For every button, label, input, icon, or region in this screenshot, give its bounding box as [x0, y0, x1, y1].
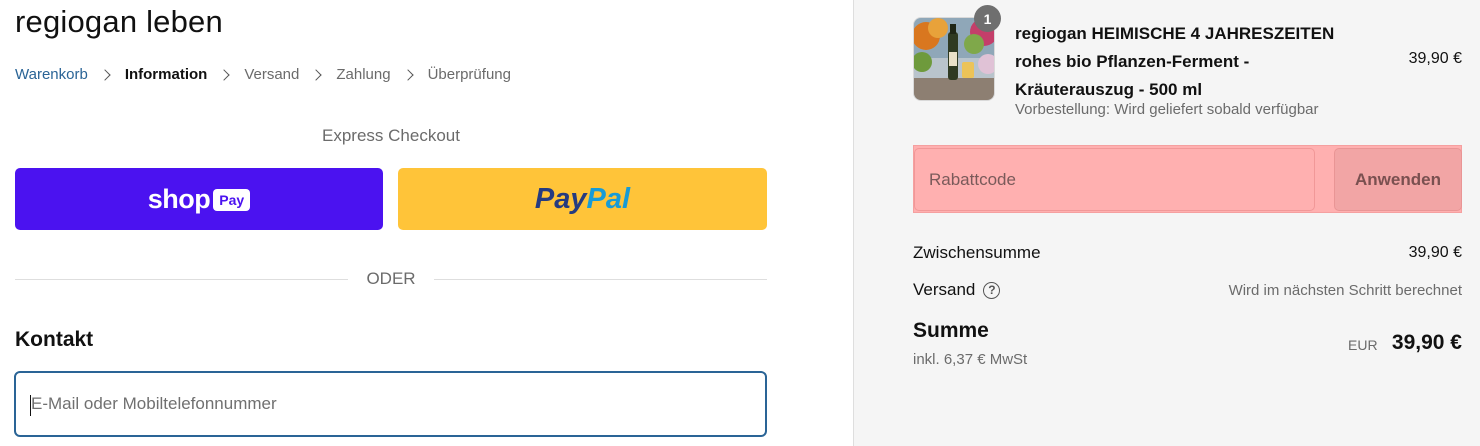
paypal-button[interactable]: Pay Pal [398, 168, 767, 230]
shop-pay-button[interactable]: shop Pay [15, 168, 383, 230]
contact-heading: Kontakt [15, 328, 94, 351]
express-checkout-label: Express Checkout [322, 126, 460, 145]
chevron-right-icon [310, 68, 323, 81]
tax-note: inkl. 6,37 € MwSt [913, 351, 1028, 368]
email-field[interactable] [14, 371, 767, 437]
shipping-label-group: Versand ? [913, 280, 1001, 300]
checkout-main: regiogan leben Warenkorb Information Ver… [0, 0, 853, 446]
shop-pay-logo-pill: Pay [213, 189, 251, 211]
paypal-logo-pal: Pal [586, 182, 631, 215]
shop-pay-logo-word: shop [147, 183, 211, 214]
total-currency: EUR [1348, 337, 1378, 353]
chevron-right-icon [99, 68, 111, 81]
breadcrumb: Warenkorb Information Versand Zahlung Üb… [15, 66, 511, 83]
product-name: regiogan HEIMISCHE 4 JAHRESZEITEN rohes … [1015, 24, 1335, 99]
breadcrumb-zahlung: Zahlung [336, 66, 391, 83]
divider-line [15, 278, 349, 280]
subtotal-value: 39,90 € [1408, 244, 1462, 261]
total-label: Summe [913, 319, 989, 342]
question-mark-icon[interactable]: ? [983, 281, 1001, 299]
breadcrumb-versand: Versand [244, 66, 300, 83]
subtotal-row: Zwischensumme 39,90 € [913, 243, 1462, 263]
divider-line [433, 278, 767, 280]
breadcrumb-information: Information [124, 66, 208, 83]
shipping-label: Versand [913, 280, 976, 299]
or-label: ODER [366, 269, 416, 288]
product-price: 39,90 € [1408, 50, 1462, 67]
product-preorder-note: Vorbestellung: Wird geliefert sobald ver… [1015, 101, 1319, 118]
apply-discount-button[interactable]: Anwenden [1334, 148, 1462, 211]
discount-code-section: Anwenden [913, 145, 1462, 213]
store-title[interactable]: regiogan leben [15, 4, 223, 40]
shipping-row: Versand ? Wird im nächsten Schritt berec… [913, 280, 1462, 300]
text-cursor [30, 395, 31, 416]
quantity-badge: 1 [974, 5, 1001, 32]
chevron-right-icon [218, 68, 230, 81]
or-divider: ODER [15, 268, 767, 290]
shipping-value: Wird im nächsten Schritt berechnet [1228, 281, 1462, 299]
subtotal-label: Zwischensumme [913, 243, 1041, 262]
breadcrumb-ueberpruefung: Überprüfung [427, 66, 511, 83]
total-value: 39,90 € [1391, 331, 1462, 354]
breadcrumb-warenkorb[interactable]: Warenkorb [15, 66, 88, 83]
paypal-logo-pay: Pay [534, 182, 587, 215]
discount-code-input[interactable] [914, 148, 1315, 211]
chevron-right-icon [401, 68, 414, 81]
